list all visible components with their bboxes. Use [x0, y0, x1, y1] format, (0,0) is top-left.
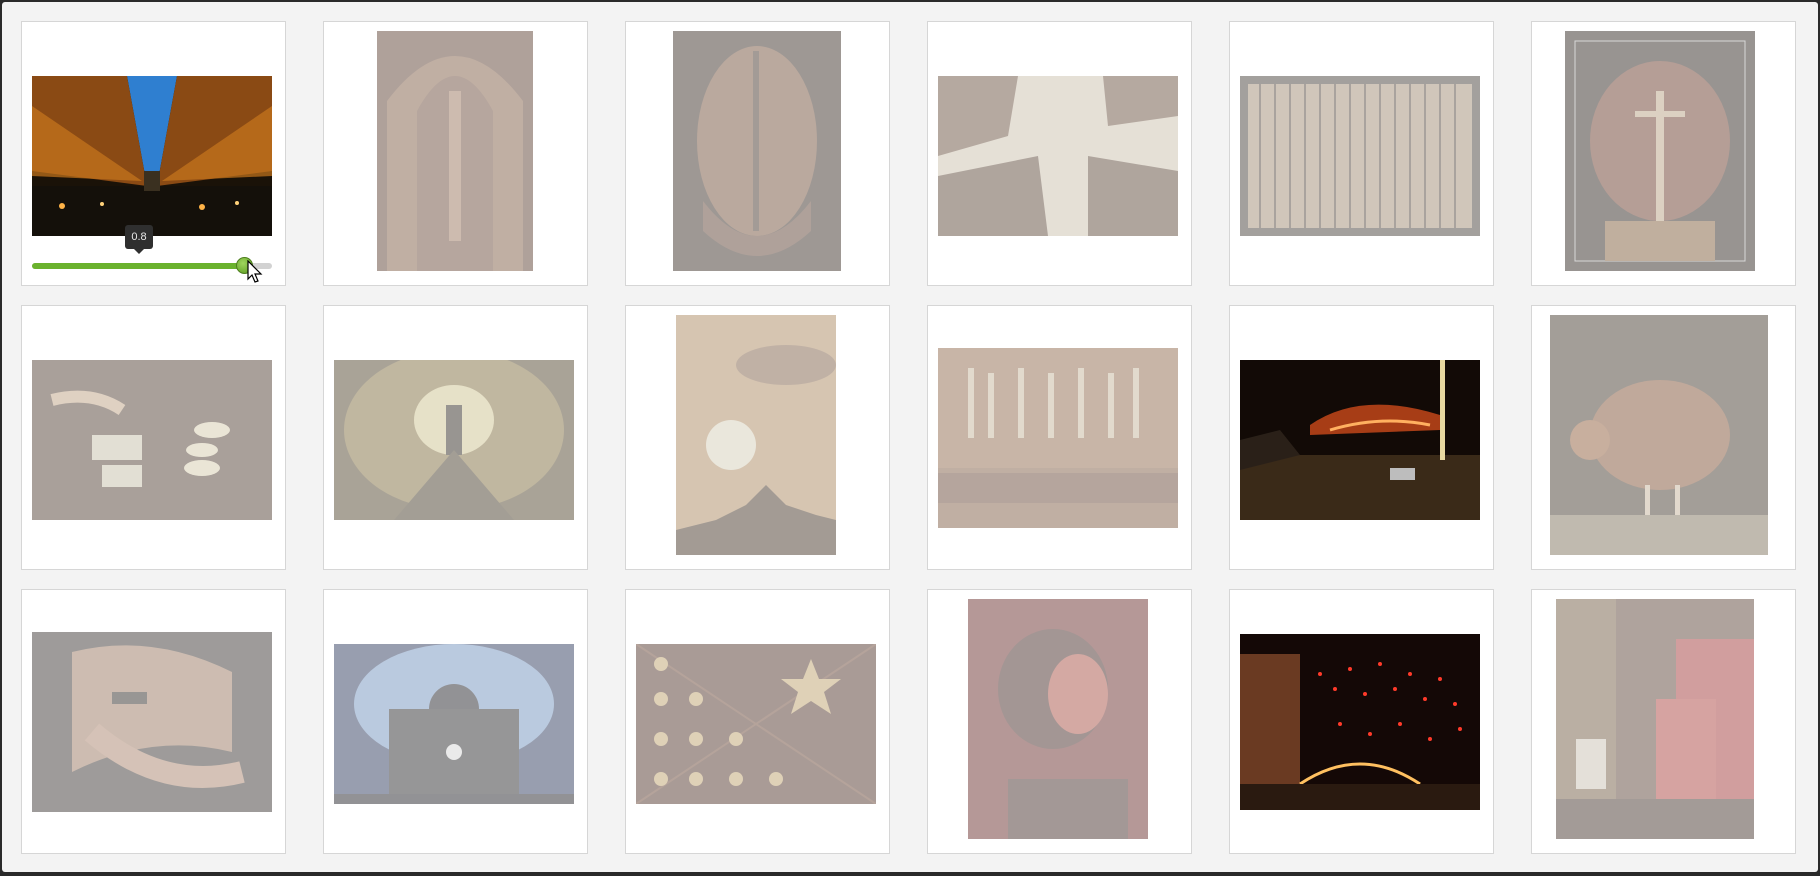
photo-cell[interactable]	[625, 305, 890, 570]
photo-cell[interactable]	[1531, 305, 1796, 570]
photo-tunnel-figure[interactable]	[334, 360, 574, 520]
photo-cell[interactable]	[1229, 589, 1494, 854]
photo-cell[interactable]	[927, 305, 1192, 570]
photo-night-wildfire[interactable]	[1240, 360, 1480, 520]
photo-arabic-calligraphy[interactable]	[938, 348, 1178, 528]
photo-laptop-glow[interactable]	[334, 644, 574, 804]
photo-ornate-mask[interactable]	[673, 31, 841, 271]
photo-chicken[interactable]	[1550, 315, 1768, 555]
photo-cell[interactable]	[1229, 21, 1494, 286]
photo-riverwalk-lights[interactable]	[1240, 634, 1480, 810]
photo-cell[interactable]: 0.8	[21, 21, 286, 286]
mouse-cursor-icon	[247, 260, 263, 283]
photo-sunset-statue[interactable]	[676, 315, 836, 555]
photo-cafe-interior[interactable]	[1556, 599, 1754, 839]
photo-candles[interactable]	[32, 360, 272, 520]
photo-cell[interactable]	[927, 589, 1192, 854]
photo-cell[interactable]	[1531, 21, 1796, 286]
photo-cell[interactable]	[1531, 589, 1796, 854]
gallery-window: 0.8	[2, 2, 1818, 872]
slider-value-tooltip: 0.8	[125, 225, 153, 254]
photo-cell[interactable]	[21, 305, 286, 570]
photo-crucifix-altar[interactable]	[1565, 31, 1755, 271]
photo-cell[interactable]	[1229, 305, 1494, 570]
photo-cell[interactable]	[625, 589, 890, 854]
photo-skyscrapers-looking-up[interactable]	[938, 76, 1178, 236]
photo-bridge-underside[interactable]	[32, 76, 272, 236]
slider-fill	[32, 263, 245, 269]
photo-hands-closeup[interactable]	[32, 632, 272, 812]
photo-woman-red-light[interactable]	[968, 599, 1148, 839]
photo-cell[interactable]	[625, 21, 890, 286]
photo-cell[interactable]	[323, 589, 588, 854]
photo-cathedral-ceiling[interactable]	[377, 31, 533, 271]
slider-value-label: 0.8	[131, 231, 147, 243]
photo-cell[interactable]	[323, 305, 588, 570]
photo-cell[interactable]	[927, 21, 1192, 286]
photo-cell[interactable]	[21, 589, 286, 854]
photo-grid: 0.8	[21, 21, 1796, 854]
photo-star-ceiling[interactable]	[636, 644, 876, 804]
photo-cell[interactable]	[323, 21, 588, 286]
opacity-slider[interactable]	[32, 257, 272, 274]
photo-window-grille[interactable]	[1240, 76, 1480, 236]
